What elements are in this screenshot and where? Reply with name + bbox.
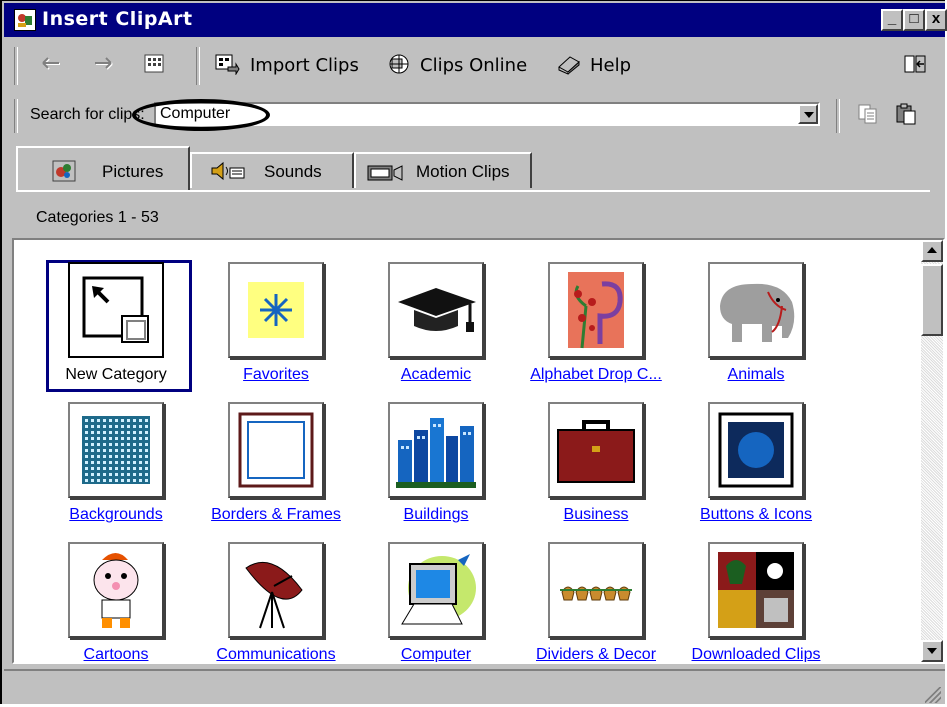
- category-tile[interactable]: Computer: [354, 532, 504, 662]
- search-dropdown-button[interactable]: [798, 104, 818, 124]
- change-to-small-window-icon[interactable]: [902, 53, 928, 75]
- category-label[interactable]: Backgrounds: [34, 506, 198, 524]
- alphabet-drop-cap-icon: [548, 262, 644, 358]
- buildings-icon: [388, 402, 484, 498]
- forward-arrow-icon[interactable]: [92, 53, 118, 75]
- view-grid-icon[interactable]: [142, 53, 168, 75]
- window-title: Insert ClipArt: [42, 8, 193, 30]
- insert-clipart-window: Insert ClipArt _ □ x Import Clips Clips …: [0, 0, 947, 707]
- downloaded-clips-icon: [708, 542, 804, 638]
- tab-pictures[interactable]: Pictures: [16, 146, 190, 190]
- category-label[interactable]: Borders & Frames: [194, 506, 358, 524]
- category-label[interactable]: Alphabet Drop C...: [514, 366, 678, 384]
- category-tile[interactable]: Animals: [674, 252, 824, 392]
- category-label[interactable]: Buildings: [354, 506, 518, 524]
- category-tile[interactable]: Academic: [354, 252, 504, 392]
- tab-sounds-label: Sounds: [264, 162, 322, 181]
- category-label[interactable]: Cartoons: [34, 646, 198, 662]
- categories-pane[interactable]: New Category Favorites Academic Alphabet…: [12, 238, 945, 664]
- resize-grip-icon[interactable]: [925, 687, 941, 703]
- media-tabs: Pictures Sounds Motion Clips: [4, 144, 945, 194]
- minimize-button[interactable]: _: [881, 9, 903, 31]
- paste-icon[interactable]: [894, 103, 920, 125]
- back-arrow-icon[interactable]: [38, 53, 64, 75]
- category-tile[interactable]: Cartoons: [34, 532, 184, 662]
- copy-icon[interactable]: [856, 103, 882, 125]
- search-row-separator: [836, 99, 840, 133]
- clips-online-button[interactable]: Clips Online: [420, 55, 527, 76]
- category-label[interactable]: Business: [514, 506, 678, 524]
- category-tile[interactable]: Buildings: [354, 392, 504, 532]
- toolbar-grip: [14, 47, 18, 85]
- briefcase-icon: [548, 402, 644, 498]
- cartoon-kid-icon: [68, 542, 164, 638]
- category-label: New Category: [65, 366, 167, 383]
- search-row-grip: [14, 99, 18, 133]
- close-button[interactable]: x: [925, 9, 947, 31]
- clips-online-icon[interactable]: [386, 53, 412, 75]
- favorites-icon: [228, 262, 324, 358]
- search-highlight-ellipse: [132, 99, 270, 131]
- category-tile[interactable]: Backgrounds: [34, 392, 184, 532]
- category-tile[interactable]: Borders & Frames: [194, 392, 344, 532]
- sounds-icon: [210, 160, 246, 187]
- category-tile[interactable]: Dividers & Decor: [514, 532, 664, 662]
- category-label[interactable]: Academic: [354, 366, 518, 384]
- category-tile[interactable]: New Category: [34, 252, 184, 392]
- category-label[interactable]: Animals: [674, 366, 838, 384]
- computer-icon: [388, 542, 484, 638]
- tab-motion-clips[interactable]: Motion Clips: [354, 152, 532, 188]
- toolbar: Import Clips Clips Online Help: [4, 41, 945, 97]
- help-book-icon[interactable]: [556, 53, 582, 75]
- import-clips-button[interactable]: Import Clips: [250, 55, 359, 76]
- category-label[interactable]: Dividers & Decor: [514, 646, 678, 662]
- category-label[interactable]: Computer: [354, 646, 518, 662]
- tab-pictures-label: Pictures: [102, 162, 164, 181]
- graduation-cap-icon: [388, 262, 484, 358]
- help-button[interactable]: Help: [590, 55, 631, 76]
- divider-icon: [548, 542, 644, 638]
- category-tile[interactable]: Downloaded Clips: [674, 532, 824, 662]
- button-icon: [708, 402, 804, 498]
- new-category-icon: [68, 262, 164, 358]
- category-tile[interactable]: Alphabet Drop C...: [514, 252, 664, 392]
- search-label: Search for clips:: [30, 106, 145, 123]
- import-clips-icon[interactable]: [214, 53, 240, 76]
- category-label[interactable]: Communications: [194, 646, 358, 662]
- vertical-scrollbar[interactable]: [921, 240, 943, 662]
- category-label[interactable]: Downloaded Clips: [674, 646, 838, 662]
- frame-icon: [228, 402, 324, 498]
- category-tile[interactable]: Business: [514, 392, 664, 532]
- pictures-icon: [52, 160, 76, 187]
- maximize-button[interactable]: □: [903, 9, 925, 31]
- tab-motion-clips-label: Motion Clips: [416, 162, 510, 181]
- status-bar: [4, 669, 945, 707]
- category-label[interactable]: Favorites: [194, 366, 358, 384]
- satellite-dish-icon: [228, 542, 324, 638]
- categories-count-label: Categories 1 - 53: [36, 209, 159, 226]
- scroll-up-button[interactable]: [921, 240, 943, 262]
- scroll-down-button[interactable]: [921, 640, 943, 662]
- toolbar-separator: [196, 47, 200, 85]
- category-tile[interactable]: Favorites: [194, 252, 344, 392]
- title-bar[interactable]: Insert ClipArt _ □ x: [4, 3, 947, 37]
- motion-clips-icon: [366, 162, 406, 187]
- clipart-app-icon: [14, 9, 36, 31]
- scroll-thumb[interactable]: [921, 264, 943, 336]
- tab-panel-border: [16, 190, 930, 194]
- category-label[interactable]: Buttons & Icons: [674, 506, 838, 524]
- elephant-icon: [708, 262, 804, 358]
- category-tile[interactable]: Buttons & Icons: [674, 392, 824, 532]
- tab-sounds[interactable]: Sounds: [190, 152, 354, 188]
- category-tile[interactable]: Communications: [194, 532, 344, 662]
- backgrounds-icon: [68, 402, 164, 498]
